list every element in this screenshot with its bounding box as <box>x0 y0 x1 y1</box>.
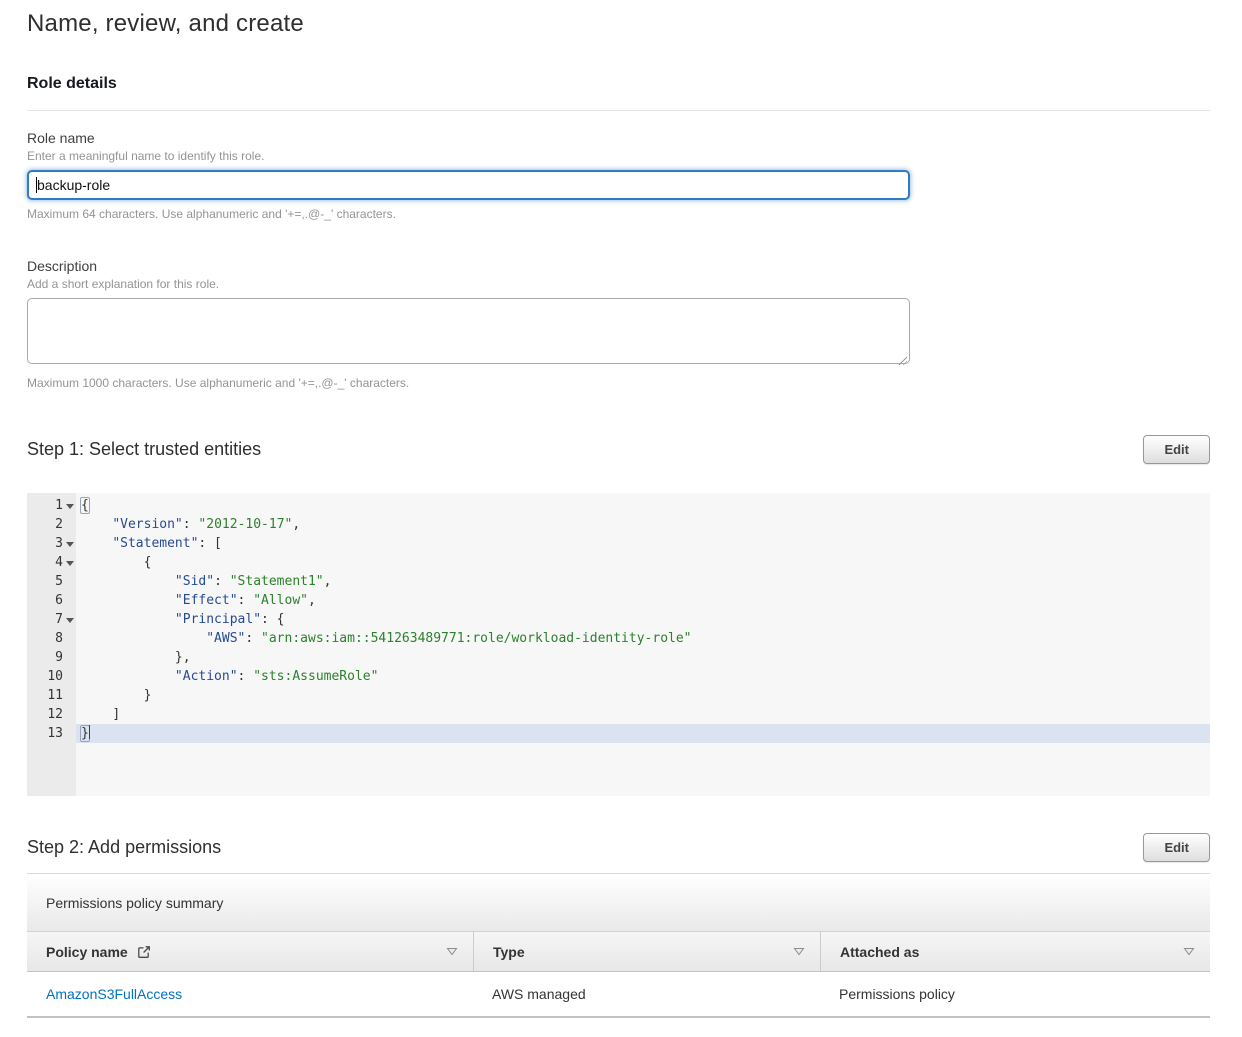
step2-header-row: Step 2: Add permissions Edit <box>27 833 1210 862</box>
code-line[interactable]: 11 } <box>27 686 1210 705</box>
policy-type-cell: AWS managed <box>473 986 820 1002</box>
code-text: "Statement": [ <box>76 534 1210 553</box>
code-text: "Principal": { <box>76 610 1210 629</box>
code-line[interactable]: 13} <box>27 724 1210 743</box>
line-number: 2 <box>27 515 76 534</box>
fold-arrow-icon[interactable] <box>66 561 74 566</box>
step1-heading: Step 1: Select trusted entities <box>27 439 261 460</box>
line-number: 3 <box>27 534 76 553</box>
external-link-icon <box>137 945 151 959</box>
code-line[interactable]: 12 ] <box>27 705 1210 724</box>
permissions-panel-header: Permissions policy summary <box>27 874 1210 931</box>
code-line[interactable]: 7 "Principal": { <box>27 610 1210 629</box>
sort-icon[interactable] <box>793 947 805 956</box>
text-cursor <box>36 177 37 193</box>
code-line[interactable]: 9 }, <box>27 648 1210 667</box>
role-name-input[interactable] <box>27 170 910 200</box>
code-line[interactable]: 1{ <box>27 496 1210 515</box>
column-header-attached-as[interactable]: Attached as <box>820 932 1210 971</box>
description-hint: Add a short explanation for this role. <box>27 277 1210 291</box>
editor-cursor <box>89 725 90 739</box>
line-number: 8 <box>27 629 76 648</box>
fold-arrow-icon[interactable] <box>66 504 74 509</box>
sort-icon[interactable] <box>446 947 458 956</box>
line-number: 9 <box>27 648 76 667</box>
code-text: } <box>76 686 1210 705</box>
permissions-panel-title: Permissions policy summary <box>46 895 223 911</box>
code-text: "Version": "2012-10-17", <box>76 515 1210 534</box>
fold-arrow-icon[interactable] <box>66 618 74 623</box>
code-text: ] <box>76 705 1210 724</box>
permissions-table-header: Policy name Type Attached as <box>27 931 1210 972</box>
line-number: 10 <box>27 667 76 686</box>
table-row: AmazonS3FullAccess AWS managed Permissio… <box>27 972 1210 1018</box>
code-text: }, <box>76 648 1210 667</box>
description-constraint: Maximum 1000 characters. Use alphanumeri… <box>27 376 1210 390</box>
code-line[interactable]: 3 "Statement": [ <box>27 534 1210 553</box>
code-text: "AWS": "arn:aws:iam::541263489771:role/w… <box>76 629 1210 648</box>
code-text: "Effect": "Allow", <box>76 591 1210 610</box>
page-title: Name, review, and create <box>27 10 1210 38</box>
description-label: Description <box>27 258 1210 274</box>
policy-link[interactable]: AmazonS3FullAccess <box>46 986 182 1002</box>
code-line[interactable]: 8 "AWS": "arn:aws:iam::541263489771:role… <box>27 629 1210 648</box>
line-number: 5 <box>27 572 76 591</box>
line-number: 13 <box>27 724 76 743</box>
column-label: Type <box>493 944 525 960</box>
page-content: Name, review, and create Role details Ro… <box>0 0 1242 1018</box>
code-text: } <box>76 724 1210 743</box>
step2-edit-button[interactable]: Edit <box>1143 833 1210 862</box>
column-label: Policy name <box>46 944 128 960</box>
column-header-type[interactable]: Type <box>473 932 820 971</box>
code-text: "Sid": "Statement1", <box>76 572 1210 591</box>
code-line[interactable]: 6 "Effect": "Allow", <box>27 591 1210 610</box>
role-name-hint: Enter a meaningful name to identify this… <box>27 149 1210 163</box>
role-name-label: Role name <box>27 130 1210 146</box>
column-header-policy-name[interactable]: Policy name <box>27 932 473 971</box>
line-number: 7 <box>27 610 76 629</box>
line-number: 1 <box>27 496 76 515</box>
description-textarea[interactable] <box>27 298 910 364</box>
code-line[interactable]: 4 { <box>27 553 1210 572</box>
code-line[interactable]: 5 "Sid": "Statement1", <box>27 572 1210 591</box>
attached-as-cell: Permissions policy <box>820 986 1210 1002</box>
code-text: { <box>76 496 1210 515</box>
role-name-constraint: Maximum 64 characters. Use alphanumeric … <box>27 207 1210 221</box>
column-label: Attached as <box>840 944 919 960</box>
sort-icon[interactable] <box>1183 947 1195 956</box>
step2-heading: Step 2: Add permissions <box>27 837 221 858</box>
line-number: 6 <box>27 591 76 610</box>
line-number: 11 <box>27 686 76 705</box>
line-number: 4 <box>27 553 76 572</box>
policy-name-cell: AmazonS3FullAccess <box>27 986 473 1002</box>
description-textarea-wrap <box>27 298 910 369</box>
line-number: 12 <box>27 705 76 724</box>
step1-header-row: Step 1: Select trusted entities Edit <box>27 435 1210 464</box>
code-line[interactable]: 2 "Version": "2012-10-17", <box>27 515 1210 534</box>
role-details-heading: Role details <box>27 75 1210 93</box>
code-text: "Action": "sts:AssumeRole" <box>76 667 1210 686</box>
editor-lines: 1{2 "Version": "2012-10-17",3 "Statement… <box>27 493 1210 743</box>
code-line[interactable]: 10 "Action": "sts:AssumeRole" <box>27 667 1210 686</box>
role-name-input-wrap <box>27 170 910 200</box>
fold-arrow-icon[interactable] <box>66 542 74 547</box>
divider <box>27 110 1210 111</box>
code-text: { <box>76 553 1210 572</box>
trust-policy-editor[interactable]: 1{2 "Version": "2012-10-17",3 "Statement… <box>27 493 1210 796</box>
step1-edit-button[interactable]: Edit <box>1143 435 1210 464</box>
